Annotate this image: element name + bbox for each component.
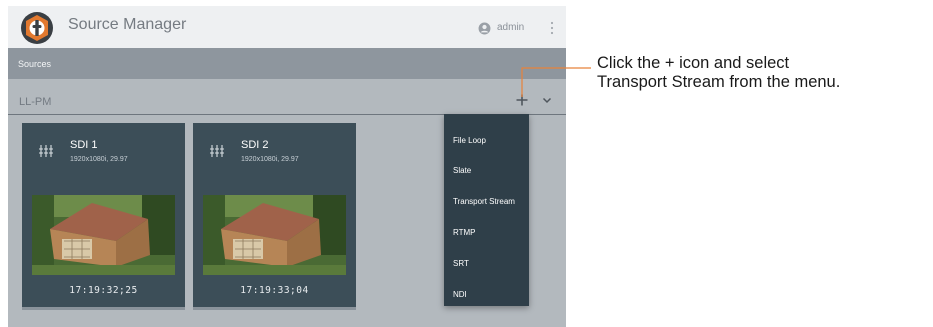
source-preview-thumbnail[interactable] — [32, 195, 175, 275]
source-name: SDI 1 — [70, 139, 98, 151]
plus-icon[interactable] — [514, 92, 530, 108]
source-manager-window: Source Manager admin Sources LL-PM SDI 1… — [8, 6, 566, 327]
sources-bar: Sources — [8, 48, 566, 79]
callout-line-2: Transport Stream from the menu. — [597, 73, 841, 91]
source-group-name: LL-PM — [19, 96, 52, 108]
source-group-row: LL-PM — [8, 79, 566, 115]
menu-item-srt[interactable]: SRT — [453, 259, 469, 268]
app-title: Source Manager — [68, 16, 187, 33]
source-card[interactable]: SDI 1 1920x1080i, 29.97 17:19:32;25 — [22, 123, 185, 310]
title-bar: Source Manager admin — [8, 6, 566, 48]
menu-item-file-loop[interactable]: File Loop — [453, 136, 486, 145]
sdi-connector-icon — [210, 145, 224, 157]
source-timecode: 17:19:32;25 — [69, 285, 138, 296]
menu-item-slate[interactable]: Slate — [453, 166, 471, 175]
callout-annotation: Click the + icon and select Transport St… — [597, 54, 840, 92]
source-card[interactable]: SDI 2 1920x1080i, 29.97 17:19:33;04 — [193, 123, 356, 310]
kebab-menu-icon[interactable] — [549, 20, 555, 36]
source-resolution: 1920x1080i, 29.97 — [70, 156, 128, 163]
source-preview-thumbnail[interactable] — [203, 195, 346, 275]
user-circle-icon[interactable] — [478, 22, 491, 35]
sdi-connector-icon — [39, 145, 53, 157]
source-resolution: 1920x1080i, 29.97 — [241, 156, 299, 163]
user-name[interactable]: admin — [497, 22, 524, 33]
source-name: SDI 2 — [241, 139, 269, 151]
menu-item-transport-stream[interactable]: Transport Stream — [453, 197, 515, 206]
add-source-menu: File Loop Slate Transport Stream RTMP SR… — [444, 114, 529, 306]
callout-line-1: Click the + icon and select — [597, 54, 790, 72]
source-timecode: 17:19:33;04 — [240, 285, 309, 296]
menu-item-ndi[interactable]: NDI — [453, 290, 467, 299]
menu-item-rtmp[interactable]: RTMP — [453, 228, 476, 237]
app-logo-icon[interactable] — [20, 11, 54, 45]
sources-heading: Sources — [18, 59, 52, 69]
chevron-down-icon[interactable] — [539, 92, 555, 108]
